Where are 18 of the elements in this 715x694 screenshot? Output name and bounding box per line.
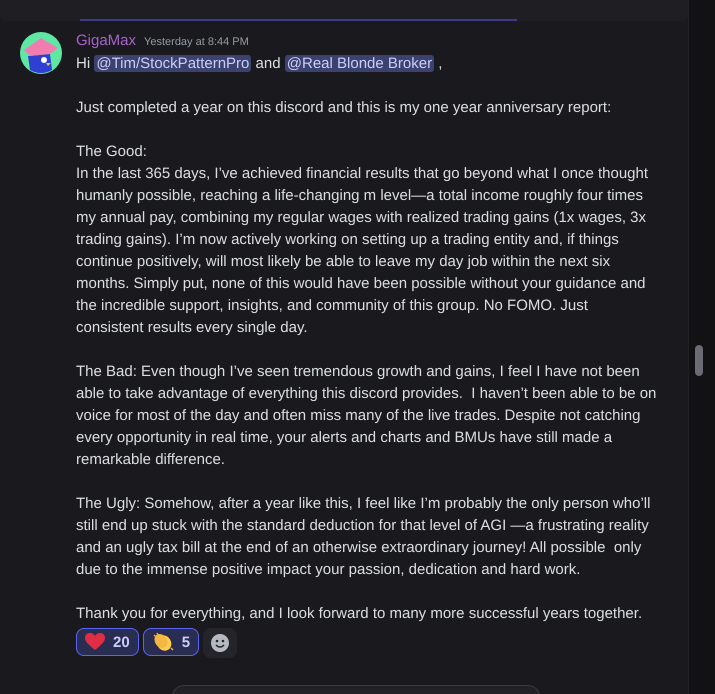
heart-icon — [85, 633, 105, 651]
reaction-button[interactable]: 20 — [76, 628, 139, 656]
username[interactable]: GigaMax — [76, 30, 136, 52]
avatar — [20, 32, 62, 74]
scrollbar-thumb[interactable] — [695, 345, 703, 376]
user-mention[interactable]: @Real Blonde Broker — [284, 55, 434, 72]
message-text: Just completed a year on this discord and this is my one year anniversary report: — [76, 98, 612, 118]
message-text: In the last 365 days, I’ve achieved financial results that go beyond what I once thought humanly possible, reaching a life-changing m level—a total income roughly four times my annual pay, combining my regular wages with realized trading gains (1x wages, 3x trading gains). I’m now actively working on setting up a trading entity and, if things continue positively, will most likely be able to leave my day job within the next six months. Simply put, none of this would have been possible without your guidance and the incredible support, insights, and community of this group. No FOMO. Just consistent results every single day. — [76, 164, 650, 338]
message-text: The Ugly: Somehow, after a year like this, I feel like I’m probably the only person who’ll still end up stuck with the standard deduction for that level of AGI —a frustrating reality and an ugly tax bill at the end of an otherwise extraordinary journey! All possible only due to the immense positive impact your passion, dedication and hard work. — [76, 494, 652, 580]
reaction-button[interactable]: 5 — [142, 628, 200, 656]
add-reaction-button[interactable] — [203, 628, 238, 658]
message-text: The Good: — [76, 142, 148, 162]
timestamp: Yesterday at 8:44 PM — [144, 35, 249, 50]
message-text: Thank you for everything, and I look forward to many more successful years together. — [76, 604, 644, 624]
user-mention[interactable]: @Tim/StockPatternPro — [94, 55, 252, 72]
smiley-icon — [210, 633, 230, 653]
message-text: The Bad: Even though I’ve seen tremendous growth and gains, I feel I have not been able to take advantage of everything this discord provides. I haven’t been able to be on voice for most of the day and often miss many of the live trades. Despite not catching every opportunity in real time, your alerts and charts and BMUs have still made a remarkable difference. — [76, 362, 658, 470]
message-text: Hi @Tim/StockPatternPro and @Real Blonde Broker , — [76, 54, 444, 74]
